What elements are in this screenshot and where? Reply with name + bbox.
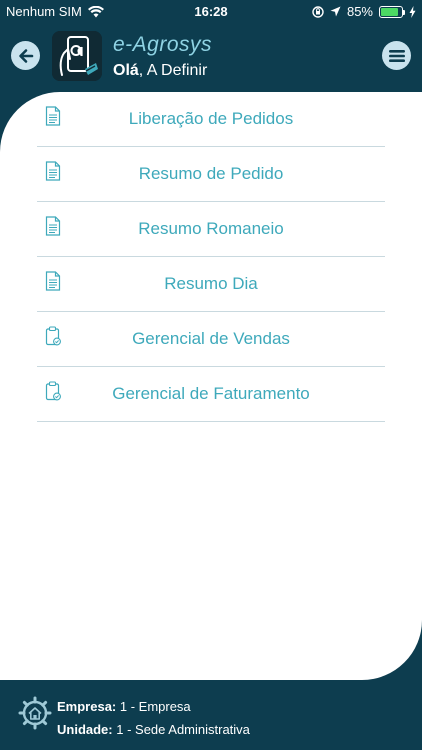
footer-info: Empresa: 1 - Empresa Unidade: 1 - Sede A… <box>57 695 250 741</box>
location-arrow-icon <box>330 6 341 17</box>
app-name: e-Agrosys <box>113 33 213 56</box>
logo-hand-phone-icon <box>52 31 102 81</box>
app-header: e-Agrosys Olá, A Definir <box>0 22 422 94</box>
menu-item-liberacao-pedidos[interactable]: Liberação de Pedidos <box>37 92 385 147</box>
document-icon <box>45 216 61 236</box>
empresa-label: Empresa: <box>57 699 117 714</box>
menu-item-gerencial-vendas[interactable]: Gerencial de Vendas <box>37 312 385 367</box>
greeting-prefix: Olá <box>113 62 139 79</box>
hamburger-menu-button[interactable] <box>382 41 411 70</box>
menu-item-label: Liberação de Pedidos <box>128 109 294 128</box>
back-button[interactable] <box>11 41 40 70</box>
battery-icon <box>379 5 405 18</box>
unidade-line: Unidade: 1 - Sede Administrativa <box>57 718 250 741</box>
menu-item-label: Resumo Dia <box>164 274 258 293</box>
status-right: 85% <box>312 4 416 19</box>
empresa-line: Empresa: 1 - Empresa <box>57 695 250 718</box>
clipboard-check-icon <box>45 326 61 346</box>
empresa-value: 1 - Empresa <box>116 699 191 714</box>
battery-level-fill <box>381 7 398 16</box>
battery-percent: 85% <box>346 4 373 19</box>
clipboard-check-icon <box>45 381 61 401</box>
document-icon <box>45 161 61 181</box>
greeting: Olá, A Definir <box>113 62 207 80</box>
main-content: Liberação de Pedidos Resumo de Pedido Re… <box>0 92 422 680</box>
menu-item-label: Resumo Romaneio <box>138 219 284 238</box>
user-name: , A Definir <box>138 62 208 79</box>
report-menu-list: Liberação de Pedidos Resumo de Pedido Re… <box>37 92 385 422</box>
menu-item-label: Gerencial de Vendas <box>132 329 290 348</box>
unidade-value: 1 - Sede Administrativa <box>112 722 250 737</box>
hamburger-icon <box>388 49 405 62</box>
menu-item-resumo-romaneio[interactable]: Resumo Romaneio <box>37 202 385 257</box>
app-logo <box>52 31 102 81</box>
status-bar: Nenhum SIM 16:28 85% <box>0 0 422 22</box>
charging-bolt-icon <box>409 5 416 18</box>
unidade-label: Unidade: <box>57 722 113 737</box>
menu-item-gerencial-faturamento[interactable]: Gerencial de Faturamento <box>37 367 385 422</box>
document-icon <box>45 106 61 126</box>
menu-item-resumo-pedido[interactable]: Resumo de Pedido <box>37 147 385 202</box>
menu-item-label: Gerencial de Faturamento <box>112 384 310 403</box>
arrow-left-icon <box>18 48 33 63</box>
menu-item-resumo-dia[interactable]: Resumo Dia <box>37 257 385 312</box>
menu-item-label: Resumo de Pedido <box>138 164 284 183</box>
gear-home-icon <box>18 696 52 730</box>
document-icon <box>45 271 61 291</box>
orientation-lock-icon <box>312 5 324 18</box>
company-footer: Empresa: 1 - Empresa Unidade: 1 - Sede A… <box>0 680 422 750</box>
